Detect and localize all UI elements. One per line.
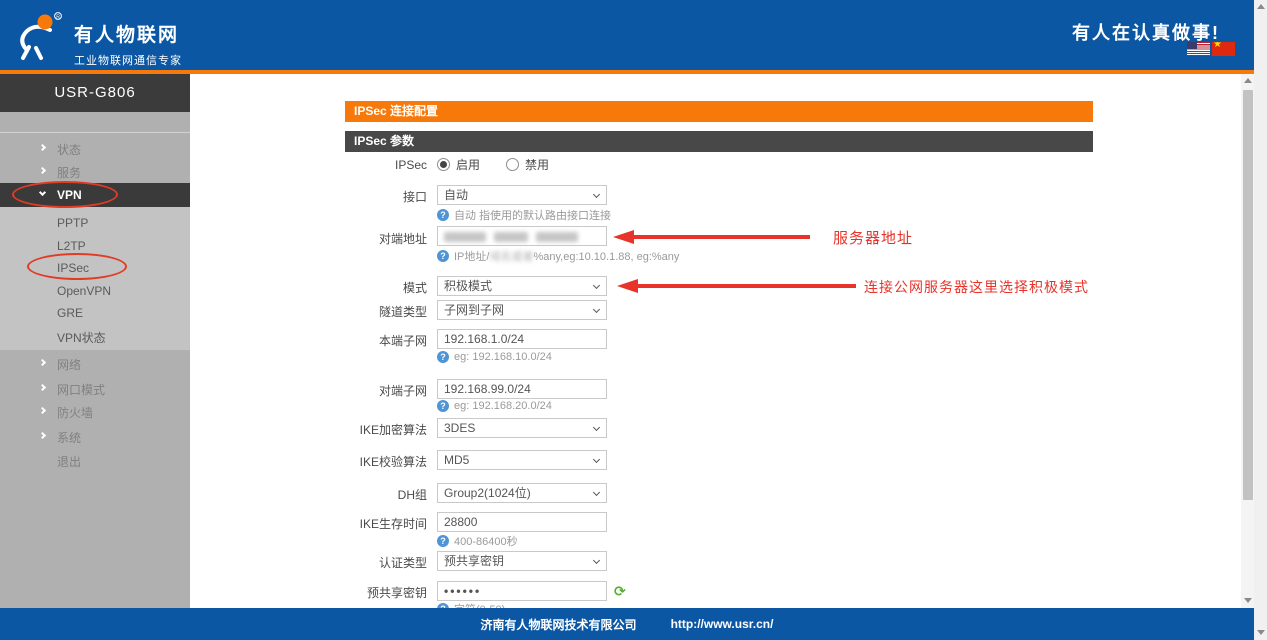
sidebar-item-port-mode[interactable]: 网口模式 (0, 380, 190, 397)
red-arrow-annotation (613, 230, 810, 244)
sidebar-item-network[interactable]: 网络 (0, 355, 190, 372)
dh-group-label: DH组 (190, 486, 427, 503)
chevron-right-icon (39, 384, 46, 391)
brand-tagline: 工业物联网通信专家 (74, 52, 182, 71)
sidebar-item-pptp[interactable]: PPTP (0, 215, 190, 232)
sidebar-item-status[interactable]: 状态 (0, 140, 190, 157)
peer-subnet-input[interactable]: 192.168.99.0/24 (437, 379, 607, 399)
sidebar: USR-G806 状态 服务 VPN PPTP L2TP IPSec OpenV… (0, 74, 190, 608)
interface-hint: ? 自动 指使用的默认路由接口连接 (437, 207, 611, 223)
chevron-right-icon (39, 407, 46, 414)
radio-disable-label: 禁用 (525, 156, 549, 173)
redacted-value (444, 232, 578, 242)
red-arrow-annotation (617, 279, 856, 293)
ipsec-enable-radiogroup: 启用 禁用 (437, 156, 549, 173)
chevron-right-icon (39, 167, 46, 174)
psk-label: 预共享密钥 (190, 584, 427, 601)
local-subnet-input[interactable]: 192.168.1.0/24 (437, 329, 607, 349)
ike-auth-select[interactable]: MD5 (437, 450, 607, 470)
device-name: USR-G806 (0, 74, 190, 112)
refresh-key-icon[interactable]: ⟳ (614, 584, 628, 598)
help-icon: ? (437, 351, 449, 363)
auth-type-label: 认证类型 (190, 554, 427, 571)
sidebar-item-ipsec[interactable]: IPSec (0, 260, 190, 277)
svg-text:R: R (56, 14, 60, 20)
sidebar-separator (0, 132, 190, 133)
help-icon: ? (437, 250, 449, 262)
local-subnet-hint: ? eg: 192.168.10.0/24 (437, 351, 552, 363)
tunnel-type-label: 隧道类型 (190, 303, 427, 320)
select-chevron-icon (593, 489, 600, 496)
scroll-up-icon[interactable] (1244, 78, 1252, 83)
mode-select[interactable]: 积极模式 (437, 276, 607, 296)
language-switcher: ★ (1187, 42, 1235, 56)
usr-logo-icon: R (14, 11, 64, 61)
ike-encryption-label: IKE加密算法 (190, 421, 427, 438)
sidebar-item-l2tp[interactable]: L2TP (0, 238, 190, 255)
help-icon: ? (437, 400, 449, 412)
page-title: IPSec 连接配置 (345, 101, 1093, 122)
select-chevron-icon (593, 282, 600, 289)
footer: 济南有人物联网技术有限公司 http://www.usr.cn/ (0, 608, 1254, 640)
sidebar-item-openvpn[interactable]: OpenVPN (0, 283, 190, 300)
sidebar-item-vpn-status[interactable]: VPN状态 (0, 328, 190, 345)
page: R 有人物联网 工业物联网通信专家 有人在认真做事! ★ USR-G806 状态… (0, 0, 1267, 640)
radio-disable[interactable] (506, 158, 519, 171)
scroll-down-icon[interactable] (1244, 598, 1252, 603)
select-chevron-icon (593, 191, 600, 198)
footer-company: 济南有人物联网技术有限公司 (481, 616, 637, 633)
radio-enable-label: 启用 (456, 156, 480, 173)
sidebar-item-firewall[interactable]: 防火墙 (0, 403, 190, 420)
select-chevron-icon (593, 306, 600, 313)
help-icon: ? (437, 209, 449, 221)
chevron-right-icon (39, 432, 46, 439)
ike-auth-label: IKE校验算法 (190, 453, 427, 470)
scroll-down-icon[interactable] (1257, 630, 1265, 635)
interface-label: 接口 (190, 188, 427, 205)
scroll-up-icon[interactable] (1257, 4, 1265, 9)
annotation-server-address: 服务器地址 (833, 227, 913, 248)
chevron-right-icon (39, 359, 46, 366)
annotation-aggressive-mode: 连接公网服务器这里选择积极模式 (864, 277, 1089, 297)
brand-block: 有人物联网 工业物联网通信专家 (74, 20, 182, 71)
local-subnet-label: 本端子网 (190, 332, 427, 349)
window-scrollbar[interactable] (1254, 0, 1267, 640)
ipsec-label: IPSec (190, 158, 427, 172)
chevron-down-icon (39, 189, 46, 196)
help-icon: ? (437, 535, 449, 547)
sidebar-item-services[interactable]: 服务 (0, 163, 190, 180)
ike-lifetime-hint: ? 400-86400秒 (437, 533, 518, 549)
peer-address-label: 对端地址 (190, 230, 427, 247)
chevron-right-icon (39, 144, 46, 151)
ike-encryption-select[interactable]: 3DES (437, 418, 607, 438)
peer-address-input[interactable] (437, 226, 607, 246)
section-title: IPSec 参数 (345, 131, 1093, 152)
peer-subnet-label: 对端子网 (190, 382, 427, 399)
content-scrollbar[interactable] (1241, 74, 1254, 608)
auth-type-select[interactable]: 预共享密钥 (437, 551, 607, 571)
peer-subnet-hint: ? eg: 192.168.20.0/24 (437, 400, 552, 412)
select-chevron-icon (593, 557, 600, 564)
mode-label: 模式 (190, 279, 427, 296)
ike-lifetime-label: IKE生存时间 (190, 515, 427, 532)
brand-title: 有人物联网 (74, 20, 182, 47)
footer-url-link[interactable]: http://www.usr.cn/ (671, 617, 774, 631)
select-chevron-icon (593, 456, 600, 463)
cn-flag-icon[interactable]: ★ (1212, 42, 1235, 56)
ike-lifetime-input[interactable]: 28800 (437, 512, 607, 532)
sidebar-item-logout[interactable]: 退出 (0, 452, 190, 469)
interface-select[interactable]: 自动 (437, 185, 607, 205)
scrollbar-thumb[interactable] (1243, 90, 1253, 500)
sidebar-item-system[interactable]: 系统 (0, 428, 190, 445)
dh-group-select[interactable]: Group2(1024位) (437, 483, 607, 503)
sidebar-item-vpn[interactable]: VPN (0, 187, 190, 204)
peer-address-hint: ? IP地址/域名或者%any,eg:10.10.1.88, eg:%any (437, 248, 679, 264)
us-flag-icon[interactable] (1187, 42, 1210, 56)
top-header: R 有人物联网 工业物联网通信专家 有人在认真做事! ★ (0, 0, 1254, 70)
psk-input[interactable]: •••••• (437, 581, 607, 601)
tunnel-type-select[interactable]: 子网到子网 (437, 300, 607, 320)
sidebar-item-gre[interactable]: GRE (0, 305, 190, 322)
radio-enable[interactable] (437, 158, 450, 171)
select-chevron-icon (593, 424, 600, 431)
